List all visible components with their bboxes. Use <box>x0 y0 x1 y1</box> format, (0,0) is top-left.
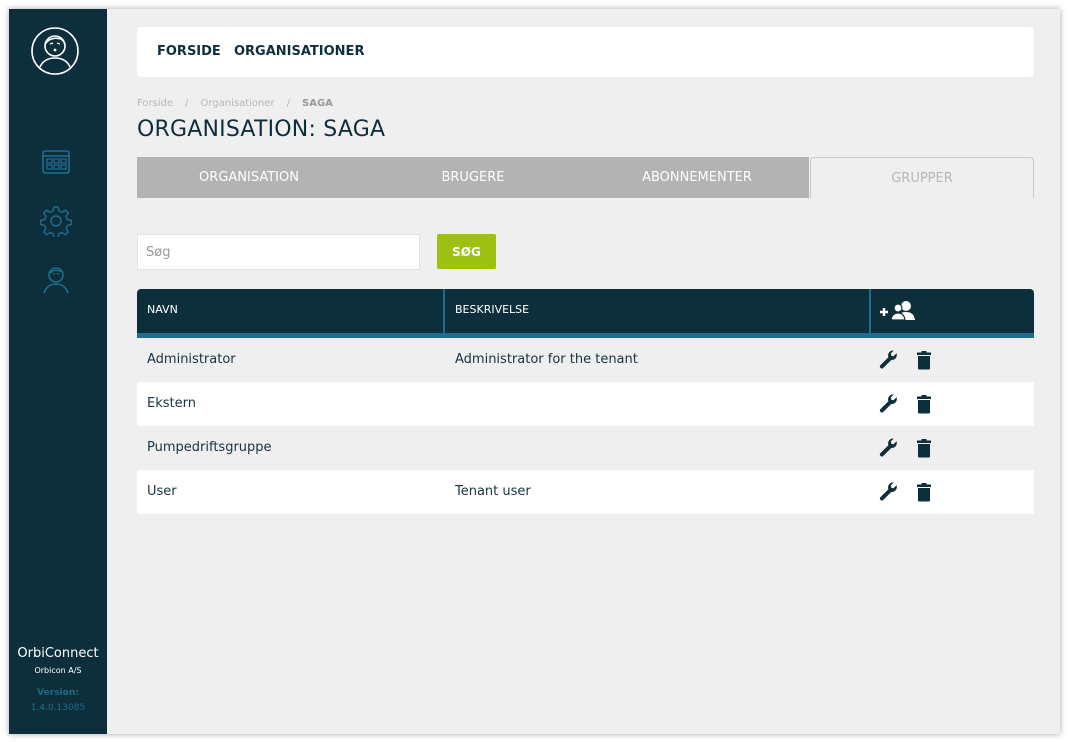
tab-subscriptions[interactable]: ABONNEMENTER <box>585 157 809 198</box>
cell-description: Tenant user <box>455 484 531 499</box>
tab-users[interactable]: BRUGERE <box>361 157 585 198</box>
groups-table: NAVN BESKRIVELSE Administrator Administr… <box>137 289 1034 514</box>
trash-icon[interactable] <box>914 438 934 458</box>
breadcrumb-home[interactable]: Forside <box>137 98 173 109</box>
gear-icon[interactable] <box>40 205 72 237</box>
column-divider <box>443 289 445 333</box>
cell-name: Administrator <box>147 352 236 367</box>
column-header-description[interactable]: BESKRIVELSE <box>455 289 529 333</box>
breadcrumb-separator: / <box>185 98 189 109</box>
table-row: User Tenant user <box>137 470 1034 514</box>
column-divider <box>869 289 871 333</box>
cell-name: Pumpedriftsgruppe <box>147 440 272 455</box>
nav-link-home[interactable]: FORSIDE <box>157 44 221 59</box>
breadcrumb-organisations[interactable]: Organisationer <box>201 98 275 109</box>
top-navigation: FORSIDE ORGANISATIONER <box>137 27 1034 77</box>
brand-company: Orbicon A/S <box>34 666 82 675</box>
page-title: ORGANISATION: SAGA <box>137 117 386 142</box>
breadcrumb: Forside / Organisationer / SAGA <box>137 98 333 109</box>
cell-name: User <box>147 484 177 499</box>
brand-title: OrbiConnect <box>17 646 99 661</box>
wrench-icon[interactable] <box>879 482 899 502</box>
table-row: Ekstern <box>137 382 1034 426</box>
dashboard-grid-icon[interactable] <box>40 146 72 178</box>
trash-icon[interactable] <box>914 482 934 502</box>
version-number: 1.4.0.13085 <box>30 703 86 713</box>
app-window: OrbiConnect Orbicon A/S Version: 1.4.0.1… <box>9 9 1060 734</box>
tab-bar: ORGANISATION BRUGERE ABONNEMENTER GRUPPE… <box>137 157 1034 198</box>
breadcrumb-current: SAGA <box>302 98 333 109</box>
breadcrumb-separator: / <box>286 98 291 109</box>
cell-name: Ekstern <box>147 396 196 411</box>
add-group-icon[interactable] <box>879 299 915 321</box>
wrench-icon[interactable] <box>879 438 899 458</box>
column-header-name[interactable]: NAVN <box>147 289 178 333</box>
tab-groups[interactable]: GRUPPER <box>810 157 1034 198</box>
wrench-icon[interactable] <box>879 394 899 414</box>
table-header: NAVN BESKRIVELSE <box>137 289 1034 338</box>
table-row: Pumpedriftsgruppe <box>137 426 1034 470</box>
table-row: Administrator Administrator for the tena… <box>137 338 1034 382</box>
search-input[interactable] <box>137 234 420 270</box>
user-icon[interactable] <box>40 263 72 295</box>
version-label: Version: <box>37 688 79 698</box>
sidebar: OrbiConnect Orbicon A/S Version: 1.4.0.1… <box>9 9 107 734</box>
trash-icon[interactable] <box>914 350 934 370</box>
tab-organisation[interactable]: ORGANISATION <box>137 157 361 198</box>
wrench-icon[interactable] <box>879 350 899 370</box>
search-button[interactable]: SØG <box>437 234 496 269</box>
nav-link-organisations[interactable]: ORGANISATIONER <box>234 44 364 59</box>
user-avatar-icon[interactable] <box>31 27 79 75</box>
trash-icon[interactable] <box>914 394 934 414</box>
cell-description: Administrator for the tenant <box>455 352 638 367</box>
